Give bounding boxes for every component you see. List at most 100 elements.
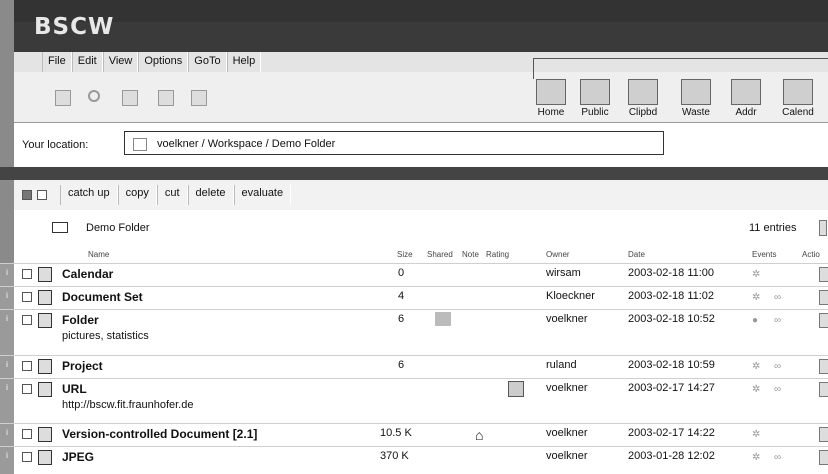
row-owner[interactable]: voelkner	[546, 450, 588, 462]
row-checkbox[interactable]	[22, 292, 32, 302]
select-all-checkbox[interactable]	[22, 190, 32, 200]
row-name[interactable]: JPEG	[62, 450, 94, 464]
folder-action-button[interactable]	[819, 220, 827, 236]
event-icon[interactable]: ✲	[752, 292, 768, 303]
info-marker[interactable]: i	[0, 379, 14, 423]
table-row[interactable]: i Calendar 0 wirsam 2003-02-18 11:00 ✲	[0, 263, 828, 286]
row-action-button[interactable]	[819, 267, 828, 282]
nav-waste[interactable]: Waste	[677, 79, 715, 118]
row-name[interactable]: Folder	[62, 313, 99, 327]
info-marker[interactable]: i	[0, 447, 14, 474]
info-marker[interactable]: i	[0, 356, 14, 378]
url-icon	[38, 382, 52, 397]
row-checkbox[interactable]	[22, 384, 32, 394]
row-checkbox[interactable]	[22, 315, 32, 325]
nav-calendar[interactable]: Calend	[779, 79, 817, 118]
nav-home[interactable]: Home	[532, 79, 570, 118]
glasses-icon[interactable]: ∞	[774, 315, 781, 326]
new-document-icon[interactable]	[191, 90, 207, 106]
row-checkbox[interactable]	[22, 361, 32, 371]
lock-icon[interactable]: ⌂	[475, 427, 483, 443]
glasses-icon[interactable]: ∞	[774, 452, 781, 463]
add-document-icon[interactable]	[122, 90, 138, 106]
row-action-button[interactable]	[819, 359, 828, 374]
deselect-all-checkbox[interactable]	[37, 190, 47, 200]
menu-view[interactable]: View	[102, 52, 139, 72]
note-icon[interactable]	[508, 381, 524, 397]
glasses-icon[interactable]: ∞	[774, 384, 781, 395]
glasses-icon[interactable]: ∞	[774, 292, 781, 303]
delete-button[interactable]: delete	[187, 185, 234, 205]
row-action-button[interactable]	[819, 382, 828, 397]
shared-icon[interactable]	[435, 312, 451, 326]
table-row[interactable]: i Folder pictures, statistics 6 voelkner…	[0, 309, 828, 355]
row-name[interactable]: Calendar	[62, 267, 113, 281]
breadcrumb-path[interactable]: voelkner / Workspace	[157, 138, 263, 150]
table-row[interactable]: i Document Set 4 Kloeckner 2003-02-18 11…	[0, 286, 828, 309]
col-name[interactable]: Name	[88, 250, 109, 259]
row-name[interactable]: Document Set	[62, 290, 143, 304]
info-icon[interactable]	[55, 90, 71, 106]
row-name[interactable]: Project	[62, 359, 103, 373]
trash-icon	[681, 79, 711, 105]
event-icon[interactable]: ●	[752, 315, 768, 326]
event-icon[interactable]: ✲	[752, 269, 768, 280]
row-date: 2003-01-28 12:02	[628, 450, 715, 462]
nav-home-label: Home	[537, 107, 565, 118]
row-action-button[interactable]	[819, 450, 828, 465]
info-marker[interactable]: i	[0, 424, 14, 446]
col-events[interactable]: Events	[752, 250, 776, 259]
info-marker[interactable]: i	[0, 287, 14, 309]
copy-button[interactable]: copy	[117, 185, 157, 205]
breadcrumb-current[interactable]: / Demo Folder	[266, 138, 336, 150]
cut-button[interactable]: cut	[156, 185, 188, 205]
catch-up-button[interactable]: catch up	[60, 185, 118, 205]
menu-edit[interactable]: Edit	[71, 52, 103, 72]
menu-file[interactable]: File	[42, 52, 72, 72]
table-row[interactable]: i Version-controlled Document [2.1] 10.5…	[0, 423, 828, 446]
row-owner[interactable]: wirsam	[546, 267, 581, 279]
info-marker[interactable]: i	[0, 310, 14, 355]
row-owner[interactable]: Kloeckner	[546, 290, 595, 302]
nav-public[interactable]: Public	[576, 79, 614, 118]
event-icon[interactable]: ✲	[752, 429, 768, 440]
row-owner[interactable]: voelkner	[546, 427, 588, 439]
evaluate-button[interactable]: evaluate	[233, 185, 292, 205]
row-checkbox[interactable]	[22, 429, 32, 439]
nav-address[interactable]: Addr	[727, 79, 765, 118]
table-row[interactable]: i JPEG 370 K voelkner 2003-01-28 12:02 ✲…	[0, 446, 828, 474]
row-checkbox[interactable]	[22, 452, 32, 462]
home-icon[interactable]	[133, 138, 147, 151]
row-owner[interactable]: ruland	[546, 359, 577, 371]
menu-help[interactable]: Help	[226, 52, 262, 72]
table-row[interactable]: i URL http://bscw.fit.fraunhofer.de voel…	[0, 378, 828, 423]
nav-clipboard[interactable]: Clipbd	[624, 79, 662, 118]
add-folder-icon[interactable]	[158, 90, 174, 106]
col-shared[interactable]: Shared	[427, 250, 453, 259]
row-name[interactable]: URL	[62, 382, 87, 396]
menu-options[interactable]: Options	[138, 52, 189, 72]
col-date[interactable]: Date	[628, 250, 645, 259]
row-description[interactable]: http://bscw.fit.fraunhofer.de	[62, 399, 193, 411]
search-icon[interactable]	[88, 90, 100, 102]
event-icon[interactable]: ✲	[752, 384, 768, 395]
row-action-button[interactable]	[819, 290, 828, 305]
row-name[interactable]: Version-controlled Document [2.1]	[62, 427, 257, 441]
event-icon[interactable]: ✲	[752, 361, 768, 372]
glasses-icon[interactable]: ∞	[774, 361, 781, 372]
row-action-button[interactable]	[819, 313, 828, 328]
row-action-button[interactable]	[819, 427, 828, 442]
row-owner[interactable]: voelkner	[546, 313, 588, 325]
info-marker[interactable]: i	[0, 264, 14, 286]
col-owner[interactable]: Owner	[546, 250, 570, 259]
event-icon[interactable]: ✲	[752, 452, 768, 463]
public-icon	[580, 79, 610, 105]
row-owner[interactable]: voelkner	[546, 382, 588, 394]
col-actions: Actio	[802, 250, 820, 259]
col-rating[interactable]: Rating	[486, 250, 509, 259]
table-row[interactable]: i Project 6 ruland 2003-02-18 10:59 ✲ ∞	[0, 355, 828, 378]
menu-goto[interactable]: GoTo	[188, 52, 227, 72]
row-checkbox[interactable]	[22, 269, 32, 279]
col-note[interactable]: Note	[462, 250, 479, 259]
col-size[interactable]: Size	[397, 250, 413, 259]
